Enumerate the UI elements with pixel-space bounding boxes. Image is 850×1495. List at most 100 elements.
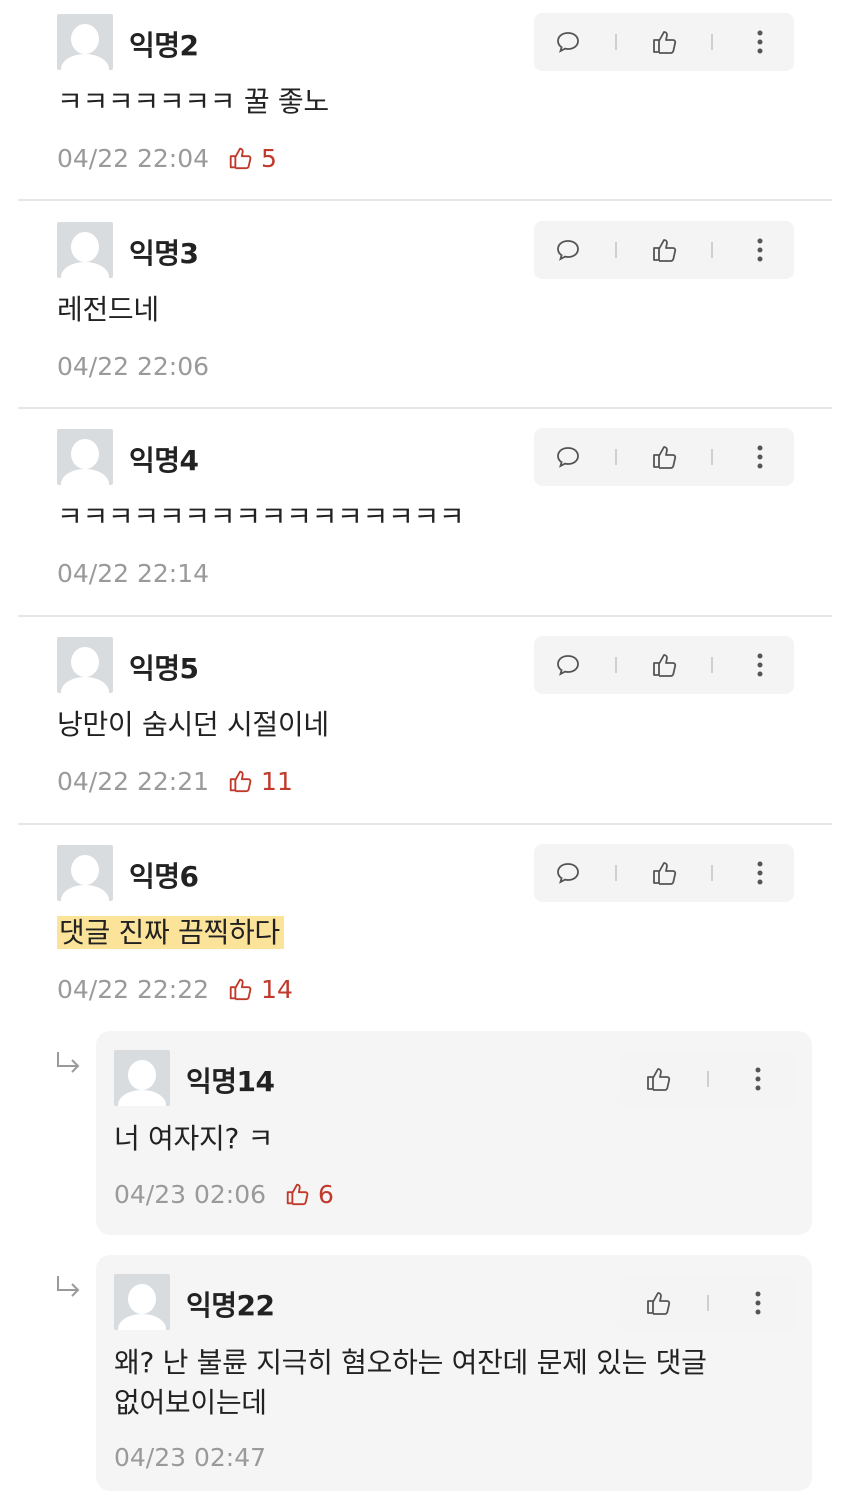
reply-text: 너 여자지? ㅋ: [114, 1122, 274, 1155]
reply-text-line: 왜? 난 불륜 지극히 혐오하는 여잔데 문제 있는 댓글: [114, 1346, 707, 1379]
comment-icon: [557, 240, 580, 261]
reply-author: 익명14: [186, 1065, 275, 1098]
divider: [615, 449, 618, 465]
avatar: [57, 222, 113, 278]
reply-arrow-icon: [57, 1052, 80, 1073]
thumbs-up-icon: [653, 862, 677, 885]
divider: [710, 242, 713, 258]
comment-meta: 04/22 22:14: [57, 556, 209, 590]
thumbs-up-icon: [646, 1292, 670, 1315]
comment-time: 04/22 22:22: [57, 974, 210, 1004]
divider: [706, 1071, 709, 1087]
divider: [615, 34, 618, 50]
comment-actions: [534, 636, 794, 694]
thumbs-up-icon: [653, 31, 677, 54]
comment-time: 04/22 22:21: [57, 766, 210, 796]
reply-button[interactable]: [546, 643, 590, 687]
comment-icon: [557, 447, 580, 468]
comment-text: 댓글 진짜 끔찍하다: [57, 913, 284, 953]
like-button[interactable]: [642, 435, 686, 479]
like-button[interactable]: [636, 1057, 680, 1101]
comment-actions: [534, 221, 794, 279]
thumbs-up-icon: [229, 978, 252, 1001]
more-vertical-icon: [755, 1291, 761, 1315]
reply-actions: [622, 1050, 794, 1108]
comment-item: 익명5 낭만이 숨시던 시절이네 04/22 22:21 11: [0, 623, 850, 823]
comment-actions: [534, 13, 794, 71]
comment-text: ㅋㅋㅋㅋㅋㅋㅋㅋㅋㅋㅋㅋㅋㅋㅋㅋ: [57, 500, 465, 533]
divider: [18, 823, 832, 825]
reply-button[interactable]: [546, 435, 590, 479]
avatar: [57, 845, 113, 901]
more-button[interactable]: [738, 435, 782, 479]
like-button[interactable]: [642, 643, 686, 687]
reply-text-line: 없어보이는데: [114, 1386, 267, 1419]
comment-text: 레전드네: [57, 293, 159, 326]
reply-button[interactable]: [546, 851, 590, 895]
like-button[interactable]: [642, 228, 686, 272]
reply-actions: [622, 1274, 794, 1332]
more-button[interactable]: [736, 1281, 780, 1325]
divider: [710, 865, 713, 881]
more-vertical-icon: [757, 30, 763, 54]
avatar: [114, 1274, 170, 1330]
comment-meta: 04/22 22:21 11: [57, 764, 293, 798]
reply-meta: 04/23 02:06 6: [114, 1177, 334, 1211]
reply-item: 익명14 너 여자지? ㅋ 04/23 02:06 6: [96, 1031, 812, 1235]
like-button[interactable]: [642, 20, 686, 64]
more-vertical-icon: [755, 1067, 761, 1091]
comment-time: 04/22 22:06: [57, 351, 210, 381]
thumbs-up-icon: [286, 1183, 309, 1206]
reply-button[interactable]: [546, 228, 590, 272]
like-button[interactable]: [636, 1281, 680, 1325]
thumbs-up-icon: [229, 147, 252, 170]
comment-author: 익명5: [129, 652, 199, 685]
comment-item: 익명6 댓글 진짜 끔찍하다 04/22 22:22 14: [0, 831, 850, 1021]
like-count-value: 11: [261, 766, 293, 796]
more-button[interactable]: [738, 228, 782, 272]
comment-meta: 04/22 22:06: [57, 349, 209, 383]
comment-actions: [534, 428, 794, 486]
divider: [18, 615, 832, 617]
more-button[interactable]: [736, 1057, 780, 1101]
reply-meta: 04/23 02:47: [114, 1440, 266, 1474]
more-vertical-icon: [757, 238, 763, 262]
reply-button[interactable]: [546, 20, 590, 64]
comment-time: 04/22 22:04: [57, 143, 210, 173]
thumbs-up-icon: [229, 770, 252, 793]
comment-text: 낭만이 숨시던 시절이네: [57, 708, 329, 741]
reply-author: 익명22: [186, 1289, 275, 1322]
more-button[interactable]: [738, 643, 782, 687]
comment-time: 04/22 22:14: [57, 558, 210, 588]
like-count: 11: [227, 767, 293, 796]
like-count: 14: [227, 975, 293, 1004]
like-count: 5: [227, 144, 277, 173]
more-vertical-icon: [757, 861, 763, 885]
reply-time: 04/23 02:06: [114, 1179, 267, 1209]
comment-icon: [557, 655, 580, 676]
more-button[interactable]: [738, 20, 782, 64]
divider: [710, 449, 713, 465]
highlighted-text: 댓글 진짜 끔찍하다: [57, 916, 284, 949]
comment-item: 익명4 ㅋㅋㅋㅋㅋㅋㅋㅋㅋㅋㅋㅋㅋㅋㅋㅋ 04/22 22:14: [0, 415, 850, 615]
comment-text: ㅋㅋㅋㅋㅋㅋㅋ 꿀 좋노: [57, 85, 329, 118]
comment-item: 익명3 레전드네 04/22 22:06: [0, 208, 850, 408]
thumbs-up-icon: [653, 654, 677, 677]
comment-icon: [557, 863, 580, 884]
more-vertical-icon: [757, 653, 763, 677]
divider: [615, 865, 618, 881]
thumbs-up-icon: [646, 1068, 670, 1091]
like-count: 6: [284, 1180, 334, 1209]
reply-item: 익명22 왜? 난 불륜 지극히 혐오하는 여잔데 문제 있는 댓글 없어보이는…: [96, 1255, 812, 1491]
comment-icon: [557, 32, 580, 53]
more-button[interactable]: [738, 851, 782, 895]
like-button[interactable]: [642, 851, 686, 895]
reply-text: 왜? 난 불륜 지극히 혐오하는 여잔데 문제 있는 댓글 없어보이는데: [114, 1343, 707, 1423]
thumbs-up-icon: [653, 446, 677, 469]
comment-item: 익명2 ㅋㅋㅋㅋㅋㅋㅋ 꿀 좋노 04/22 22:04 5: [0, 0, 850, 200]
reply-time: 04/23 02:47: [114, 1442, 267, 1472]
avatar: [57, 637, 113, 693]
divider: [18, 407, 832, 409]
reply-arrow-icon: [57, 1276, 80, 1297]
more-vertical-icon: [757, 445, 763, 469]
